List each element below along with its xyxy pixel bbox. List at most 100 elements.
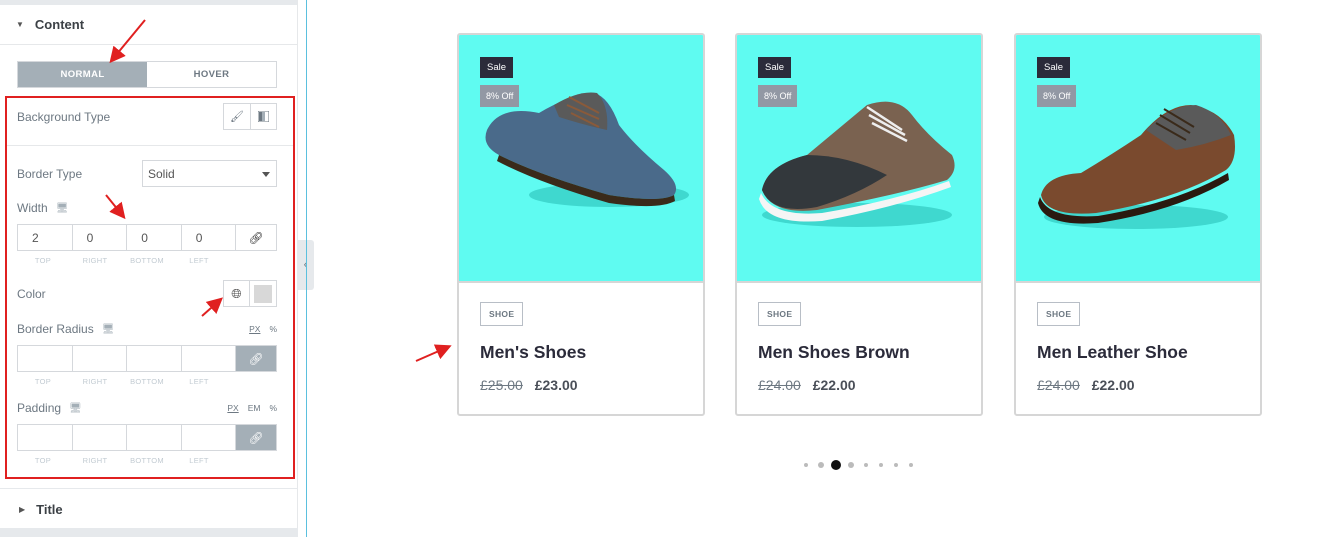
- new-price: £23.00: [534, 377, 578, 393]
- padding-units: PX EM %: [227, 403, 277, 413]
- globe-icon[interactable]: 🌐︎: [224, 281, 250, 306]
- unit-percent[interactable]: %: [269, 324, 277, 334]
- dim-label-bottom: BOTTOM: [130, 377, 164, 386]
- dim-label-right: RIGHT: [82, 256, 108, 265]
- product-name[interactable]: Men Shoes Brown: [758, 342, 910, 363]
- product-image[interactable]: Sale 8% Off: [459, 35, 703, 281]
- width-label: Width: [17, 201, 48, 215]
- border-radius-label: Border Radius: [17, 322, 94, 336]
- link-icon[interactable]: 🔗︎: [236, 425, 276, 450]
- tab-hover[interactable]: HOVER: [147, 62, 276, 87]
- product-card[interactable]: Sale 8% Off SHOE Men Shoes Brown £24.00 …: [735, 33, 983, 416]
- category-badge[interactable]: SHOE: [1037, 302, 1081, 326]
- desktop-icon[interactable]: 🖥︎: [102, 324, 115, 335]
- old-price: £24.00: [758, 377, 801, 393]
- new-price: £22.00: [812, 377, 856, 393]
- product-price: £24.00 £22.00: [1037, 377, 1135, 393]
- radius-top-input[interactable]: [18, 346, 73, 371]
- preview-edge-line: [306, 0, 307, 537]
- tab-normal[interactable]: NORMAL: [18, 62, 147, 87]
- carousel-dot[interactable]: [798, 463, 813, 467]
- radius-bottom-input[interactable]: [127, 346, 182, 371]
- border-radius-inputs: 🔗︎: [17, 345, 277, 372]
- carousel-dot[interactable]: [903, 463, 918, 467]
- product-price: £24.00 £22.00: [758, 377, 856, 393]
- width-left-input[interactable]: 0: [182, 225, 237, 250]
- carousel-dots: [798, 460, 918, 470]
- product-card[interactable]: Sale 8% Off SHOE Men Leather Shoe £24.00…: [1014, 33, 1262, 416]
- desktop-icon[interactable]: 🖥︎: [69, 403, 82, 414]
- carousel-dot[interactable]: [888, 463, 903, 467]
- dim-label-right: RIGHT: [82, 456, 108, 465]
- unit-px[interactable]: PX: [227, 403, 238, 413]
- link-icon[interactable]: 🔗︎: [236, 225, 276, 250]
- section-content-title: Content: [34, 17, 85, 32]
- sale-badge: Sale: [1037, 57, 1071, 78]
- dim-label-bottom: BOTTOM: [130, 456, 164, 465]
- dim-label-left: LEFT: [189, 377, 209, 386]
- background-type-label: Background Type: [17, 109, 111, 124]
- border-radius-label-row: Border Radius 🖥︎ PX %: [17, 321, 277, 337]
- carousel-dot[interactable]: [858, 463, 873, 467]
- caret-down-icon: ▼: [16, 20, 24, 29]
- dim-label-top: TOP: [34, 377, 52, 386]
- dim-label-top: TOP: [34, 256, 52, 265]
- border-type-label: Border Type: [17, 166, 83, 181]
- radius-right-input[interactable]: [73, 346, 128, 371]
- link-icon[interactable]: 🔗︎: [236, 346, 276, 371]
- carousel-dot[interactable]: [813, 462, 828, 468]
- width-right-input[interactable]: 0: [73, 225, 128, 250]
- discount-badge: 8% Off: [758, 85, 798, 107]
- width-inputs: 2 0 0 0 🔗︎: [17, 224, 277, 251]
- section-title-title: Title: [36, 501, 63, 517]
- unit-em[interactable]: EM: [248, 403, 261, 413]
- color-picker: 🌐︎: [223, 280, 277, 307]
- dim-label-top: TOP: [34, 456, 52, 465]
- discount-badge: 8% Off: [480, 85, 520, 107]
- padding-left-input[interactable]: [182, 425, 237, 450]
- border-type-control: Border Type Solid: [17, 160, 277, 187]
- color-control: Color 🌐︎: [17, 280, 277, 307]
- desktop-icon[interactable]: 🖥︎: [56, 203, 69, 214]
- width-dim-labels: TOP RIGHT BOTTOM LEFT: [17, 256, 225, 265]
- product-name[interactable]: Men Leather Shoe: [1037, 342, 1188, 363]
- section-content-header[interactable]: ▼ Content: [0, 5, 297, 45]
- dim-label-left: LEFT: [189, 456, 209, 465]
- padding-bottom-input[interactable]: [127, 425, 182, 450]
- category-badge[interactable]: SHOE: [480, 302, 524, 326]
- unit-percent[interactable]: %: [269, 403, 277, 413]
- product-price: £25.00 £23.00: [480, 377, 578, 393]
- radius-left-input[interactable]: [182, 346, 237, 371]
- sale-badge: Sale: [480, 57, 514, 78]
- divider: [459, 281, 703, 283]
- section-title-header[interactable]: ▶ Title: [0, 490, 298, 528]
- product-name[interactable]: Men's Shoes: [480, 342, 586, 363]
- category-badge[interactable]: SHOE: [758, 302, 802, 326]
- padding-right-input[interactable]: [73, 425, 128, 450]
- product-card[interactable]: Sale 8% Off SHOE Men's Shoes £25.00 £23.…: [457, 33, 705, 416]
- padding-top-input[interactable]: [18, 425, 73, 450]
- product-image[interactable]: Sale 8% Off: [737, 35, 981, 281]
- border-type-value: Solid: [148, 166, 175, 181]
- gradient-icon[interactable]: [250, 104, 276, 129]
- width-label-row: Width 🖥︎: [17, 200, 277, 216]
- radius-dim-labels: TOP RIGHT BOTTOM LEFT: [17, 377, 225, 386]
- carousel-dot[interactable]: [843, 462, 858, 468]
- background-type-control: Background Type 🖌︎: [17, 103, 277, 130]
- dim-label-left: LEFT: [189, 256, 209, 265]
- color-label: Color: [17, 286, 46, 301]
- arrow-icon: [415, 344, 452, 362]
- sale-badge: Sale: [758, 57, 792, 78]
- width-bottom-input[interactable]: 0: [127, 225, 182, 250]
- carousel-dot-active[interactable]: [828, 460, 843, 470]
- state-tabs: NORMAL HOVER: [17, 61, 277, 88]
- divider: [1016, 281, 1260, 283]
- unit-px[interactable]: PX: [249, 324, 260, 334]
- color-swatch[interactable]: [250, 281, 276, 306]
- width-top-input[interactable]: 2: [18, 225, 73, 250]
- product-image[interactable]: Sale 8% Off: [1016, 35, 1260, 281]
- border-type-select[interactable]: Solid: [142, 160, 277, 187]
- panel-bottom-strip: [0, 528, 298, 537]
- brush-icon[interactable]: 🖌︎: [224, 104, 250, 129]
- carousel-dot[interactable]: [873, 463, 888, 467]
